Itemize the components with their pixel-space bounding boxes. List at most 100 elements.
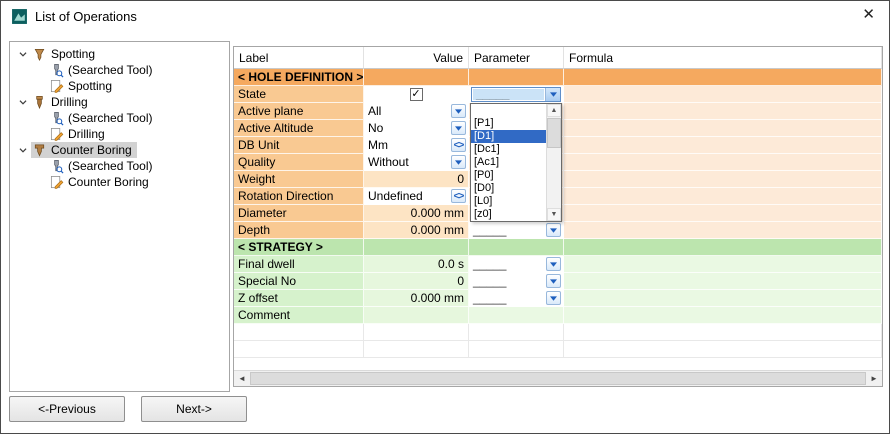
list-of-operations-dialog: List of Operations ✕ Spotting(Searched T…	[0, 0, 890, 434]
value-text: All	[366, 104, 381, 118]
value-text: 0	[457, 274, 464, 288]
formula-cell	[564, 69, 882, 86]
dropdown-scroll-track[interactable]	[547, 117, 561, 208]
dropdown-chevron-icon[interactable]	[545, 88, 560, 101]
row-label: Depth	[234, 222, 364, 239]
tree-item-drilling[interactable]: Drilling	[10, 94, 229, 110]
dropdown-chevron-icon[interactable]	[546, 223, 561, 237]
chevron-down-icon[interactable]	[14, 142, 31, 158]
row-label: Quality	[234, 154, 364, 171]
tree-item-drilling[interactable]: Drilling	[10, 126, 229, 142]
tree-item-searched-tool[interactable]: (Searched Tool)	[10, 110, 229, 126]
row-state: State ✓ _____	[234, 86, 882, 103]
dropdown-item[interactable]: [Ac1]	[471, 156, 546, 169]
tree-item-spotting[interactable]: Spotting	[10, 78, 229, 94]
state-checkbox[interactable]: ✓	[410, 88, 423, 101]
formula-cell	[564, 239, 882, 256]
row-depth: Depth0.000 mm_____	[234, 222, 882, 239]
dropdown-chevron-icon[interactable]	[546, 274, 561, 288]
operation-edit-icon	[49, 175, 64, 190]
value-cell	[364, 307, 469, 324]
parameter-cell: _____	[469, 222, 564, 239]
tree-item-searched-tool[interactable]: (Searched Tool)	[10, 158, 229, 174]
row-label: DB Unit	[234, 137, 364, 154]
titlebar: List of Operations ✕	[1, 1, 889, 31]
dropdown-chevron-icon[interactable]	[451, 104, 466, 118]
formula-cell	[564, 273, 882, 290]
dropdown-item[interactable]: [L0]	[471, 195, 546, 208]
tree-item-searched-tool[interactable]: (Searched Tool)	[10, 62, 229, 78]
value-text: No	[366, 121, 383, 135]
dropdown-chevron-icon[interactable]	[546, 291, 561, 305]
scrollbar-thumb[interactable]	[250, 372, 866, 385]
tree-item-content: Spotting	[48, 78, 117, 94]
drilling-tool-icon	[32, 95, 47, 110]
chevron-down-icon[interactable]	[14, 94, 31, 110]
next-button[interactable]: Next->	[141, 396, 247, 422]
dropdown-chevron-icon[interactable]	[546, 257, 561, 271]
row-label: Active plane	[234, 103, 364, 120]
parameter-cell	[469, 69, 564, 86]
parameter-combo[interactable]: _____	[471, 291, 561, 305]
dropdown-items: [P1][D1][Dc1][Ac1][P0][D0][L0][z0]	[471, 104, 546, 221]
row-label: Final dwell	[234, 256, 364, 273]
dropdown-item[interactable]: [D0]	[471, 182, 546, 195]
parameter-cell: _____	[469, 86, 564, 103]
value-cell: 0	[364, 171, 469, 188]
previous-button[interactable]: <-Previous	[9, 396, 125, 422]
dropdown-chevron-icon[interactable]	[451, 121, 466, 135]
parameter-combo[interactable]: _____	[471, 223, 561, 237]
tree-item-spotting[interactable]: Spotting	[10, 46, 229, 62]
table-empty-row	[234, 341, 882, 358]
dropdown-item[interactable]: [Dc1]	[471, 143, 546, 156]
formula-cell	[564, 324, 882, 341]
dropdown-chevron-icon[interactable]	[451, 155, 466, 169]
row-label: Active Altitude	[234, 120, 364, 137]
parameter-cell: _____	[469, 290, 564, 307]
parameter-combo[interactable]: _____	[471, 274, 561, 288]
tree-item-counter-boring[interactable]: Counter Boring	[10, 142, 229, 158]
spotting-tool-icon	[32, 47, 47, 62]
parameter-cell	[469, 239, 564, 256]
dropdown-scroll-thumb[interactable]	[547, 118, 561, 148]
value-cell: Undefined<>	[364, 188, 469, 205]
enum-cycle-icon[interactable]: <>	[451, 189, 466, 203]
close-icon[interactable]: ✕	[862, 6, 875, 24]
table-header-row: LabelValueParameterFormula	[234, 47, 882, 69]
dropdown-item[interactable]: [P1]	[471, 117, 546, 130]
row-label: Diameter	[234, 205, 364, 222]
row-label: State	[234, 86, 364, 103]
parameter-combo-open[interactable]: _____	[471, 87, 561, 102]
dropdown-item[interactable]: [z0]	[471, 208, 546, 221]
enum-cycle-icon[interactable]: <>	[451, 138, 466, 152]
dropdown-item[interactable]: [P0]	[471, 169, 546, 182]
scroll-right-icon[interactable]: ►	[866, 371, 882, 386]
scroll-down-icon[interactable]: ▼	[547, 208, 561, 221]
value-cell: Mm<>	[364, 137, 469, 154]
scroll-left-icon[interactable]: ◄	[234, 371, 250, 386]
app-icon	[11, 8, 28, 25]
formula-cell	[564, 137, 882, 154]
tree-item-content: Drilling	[48, 126, 110, 142]
parameter-dropdown-list: [P1][D1][Dc1][Ac1][P0][D0][L0][z0] ▲ ▼	[470, 103, 562, 222]
formula-cell	[564, 103, 882, 120]
dropdown-item[interactable]	[471, 104, 546, 117]
dropdown-scrollbar[interactable]: ▲ ▼	[546, 104, 561, 221]
parameter-combo[interactable]: _____	[471, 257, 561, 271]
dropdown-item[interactable]: [D1]	[471, 130, 546, 143]
row-special-no: Special No0_____	[234, 273, 882, 290]
tree-item-counter-boring[interactable]: Counter Boring	[10, 174, 229, 190]
formula-cell	[564, 205, 882, 222]
formula-cell	[564, 86, 882, 103]
table-horizontal-scrollbar[interactable]: ◄ ►	[234, 370, 882, 386]
scroll-up-icon[interactable]: ▲	[547, 104, 561, 117]
formula-cell	[564, 120, 882, 137]
formula-cell	[564, 256, 882, 273]
parameter-combo-value: _____	[471, 291, 506, 305]
value-cell: 0.000 mm	[364, 222, 469, 239]
value-text: 0	[457, 172, 464, 186]
tree-item-label: Drilling	[68, 127, 105, 141]
chevron-down-icon[interactable]	[14, 46, 31, 62]
searched-tool-icon	[49, 159, 64, 174]
formula-cell	[564, 341, 882, 358]
